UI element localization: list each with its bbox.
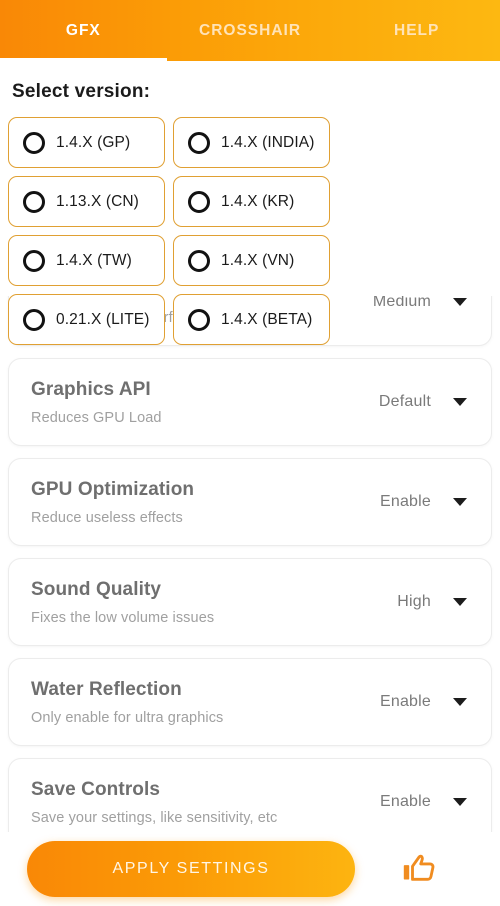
- tab-crosshair[interactable]: CROSSHAIR: [167, 0, 334, 61]
- tab-help[interactable]: HELP: [333, 0, 500, 61]
- chevron-down-icon[interactable]: [453, 698, 467, 706]
- setting-title: GPU Optimization: [31, 478, 195, 500]
- setting-dropdown[interactable]: Enable: [380, 793, 475, 811]
- version-option-0-21-x-lite[interactable]: 0.21.X (LITE): [8, 294, 165, 345]
- setting-card-water-reflection[interactable]: Water Reflection Only enable for ultra g…: [8, 658, 492, 746]
- setting-value: Enable: [379, 493, 431, 510]
- setting-dropdown[interactable]: High: [397, 593, 475, 611]
- setting-card-gpu-optimization[interactable]: GPU Optimization Reduce useless effects …: [8, 458, 492, 546]
- setting-value: Default: [378, 393, 431, 410]
- version-option-label: 0.21.X (LITE): [56, 310, 150, 328]
- version-option-label: 1.4.X (INDIA): [221, 133, 315, 151]
- setting-subtitle: Reduces GPU Load: [31, 409, 162, 426]
- radio-icon[interactable]: [188, 249, 210, 272]
- tab-crosshair-label: CROSSHAIR: [199, 21, 302, 39]
- setting-card-sound-quality[interactable]: Sound Quality Fixes the low volume issue…: [8, 558, 492, 646]
- version-option-label: 1.13.X (CN): [56, 192, 139, 210]
- setting-text: GPU Optimization Reduce useless effects: [31, 479, 194, 526]
- chevron-down-icon[interactable]: [453, 798, 467, 806]
- setting-dropdown[interactable]: Enable: [380, 493, 475, 511]
- tab-gfx[interactable]: GFX: [0, 0, 167, 61]
- radio-icon[interactable]: [188, 190, 210, 213]
- setting-dropdown[interactable]: Enable: [380, 693, 475, 711]
- bottom-action-bar: APPLY SETTINGS: [0, 832, 500, 906]
- version-option-1-4-x-tw[interactable]: 1.4.X (TW): [8, 235, 165, 286]
- version-option-label: 1.4.X (KR): [221, 192, 295, 210]
- setting-value: High: [397, 593, 431, 610]
- setting-text: Save Controls Save your settings, like s…: [31, 779, 277, 826]
- setting-title: Save Controls: [31, 778, 161, 800]
- setting-subtitle: Only enable for ultra graphics: [31, 709, 224, 726]
- setting-subtitle: Fixes the low volume issues: [31, 609, 215, 626]
- setting-title: Graphics API: [31, 378, 151, 400]
- version-option-1-4-x-beta[interactable]: 1.4.X (BETA): [173, 294, 330, 345]
- chevron-down-icon[interactable]: [453, 498, 467, 506]
- setting-subtitle: Reduce useless effects: [31, 509, 183, 526]
- thumbs-up-button[interactable]: [401, 851, 439, 887]
- radio-icon[interactable]: [23, 249, 45, 272]
- version-option-1-4-x-vn[interactable]: 1.4.X (VN): [173, 235, 330, 286]
- radio-icon[interactable]: [188, 308, 210, 331]
- setting-text: Graphics API Reduces GPU Load: [31, 379, 162, 426]
- top-tab-bar: GFX CROSSHAIR HELP: [0, 0, 500, 61]
- version-option-label: 1.4.X (TW): [56, 251, 132, 269]
- setting-value: Enable: [379, 693, 431, 710]
- version-option-grid: 1.4.X (GP) 1.4.X (INDIA) 1.13.X (CN) 1.4…: [8, 117, 492, 345]
- setting-title: Sound Quality: [31, 578, 162, 600]
- setting-card-graphics-api[interactable]: Graphics API Reduces GPU Load Default: [8, 358, 492, 446]
- setting-text: Sound Quality Fixes the low volume issue…: [31, 579, 214, 626]
- setting-title: Water Reflection: [31, 678, 182, 700]
- radio-icon[interactable]: [23, 308, 45, 331]
- settings-list[interactable]: Light Effects Disable for better perform…: [0, 296, 500, 832]
- version-option-1-4-x-kr[interactable]: 1.4.X (KR): [173, 176, 330, 227]
- tab-help-label: HELP: [394, 21, 440, 39]
- setting-card-save-controls[interactable]: Save Controls Save your settings, like s…: [8, 758, 492, 832]
- version-selector-panel: Select version: 1.4.X (GP) 1.4.X (INDIA)…: [0, 61, 500, 345]
- version-option-1-4-x-india[interactable]: 1.4.X (INDIA): [173, 117, 330, 168]
- tab-gfx-label: GFX: [65, 21, 101, 39]
- radio-icon[interactable]: [188, 131, 210, 154]
- version-option-label: 1.4.X (VN): [221, 251, 295, 269]
- chevron-down-icon[interactable]: [453, 398, 467, 406]
- setting-text: Water Reflection Only enable for ultra g…: [31, 679, 223, 726]
- setting-value: Enable: [379, 793, 431, 810]
- version-option-1-13-x-cn[interactable]: 1.13.X (CN): [8, 176, 165, 227]
- chevron-down-icon[interactable]: [453, 598, 467, 606]
- radio-icon[interactable]: [23, 190, 45, 213]
- version-panel-title: Select version:: [12, 81, 151, 102]
- radio-icon[interactable]: [23, 131, 45, 154]
- setting-subtitle: Save your settings, like sensitivity, et…: [31, 809, 278, 826]
- version-option-label: 1.4.X (GP): [56, 133, 131, 151]
- version-option-1-4-x-gp[interactable]: 1.4.X (GP): [8, 117, 165, 168]
- apply-settings-button[interactable]: APPLY SETTINGS: [27, 841, 355, 897]
- thumbs-up-icon: [403, 854, 435, 881]
- setting-dropdown[interactable]: Default: [379, 393, 475, 411]
- version-option-label: 1.4.X (BETA): [221, 310, 313, 328]
